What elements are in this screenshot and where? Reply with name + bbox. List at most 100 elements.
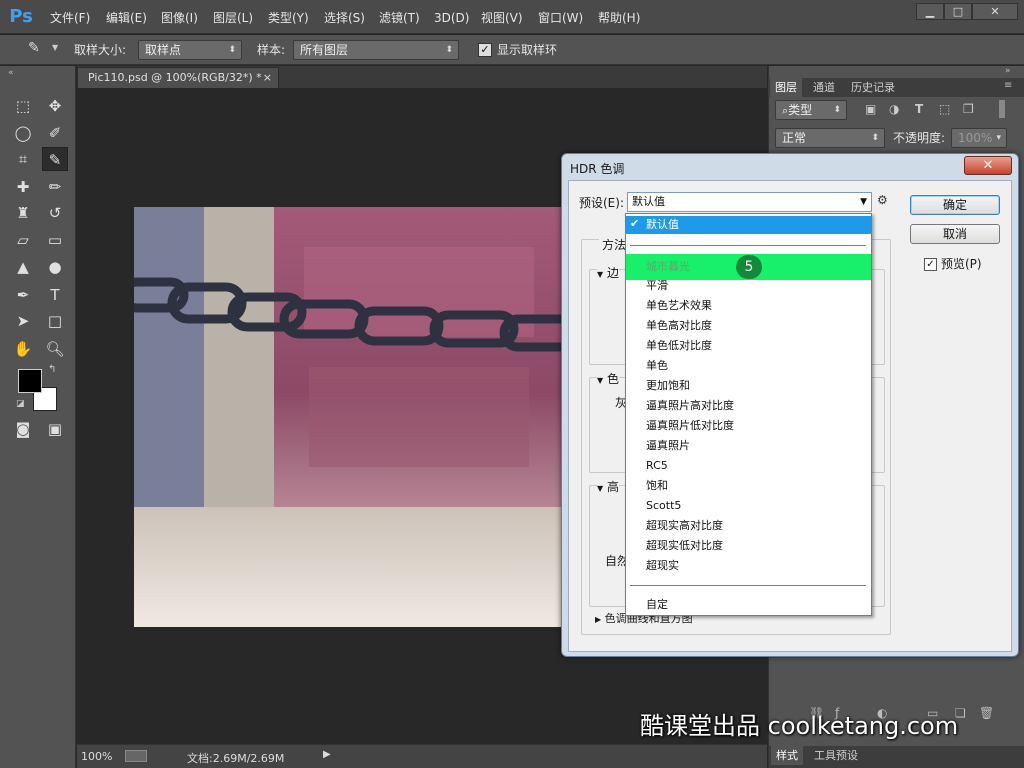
dropdown-item[interactable]: 单色高对比度 [646,318,712,334]
menu-type[interactable]: 类型(Y) [268,9,309,27]
dropdown-item[interactable]: 超现实 [646,558,679,574]
document-tab-title: Pic110.psd @ 100%(RGB/32*) * [88,71,262,84]
eyedropper-tool-icon[interactable]: ✎ [42,147,68,171]
status-menu-icon[interactable] [125,750,147,762]
menu-select[interactable]: 选择(S) [324,9,365,27]
path-select-tool-icon[interactable]: ➤ [10,309,36,333]
tool-preset-chevron-icon[interactable]: ▼ [52,43,58,52]
collapse-triangle-icon[interactable]: ▼ [597,376,603,385]
filter-toggle[interactable] [999,100,1005,118]
move-tool-icon[interactable]: ✥ [42,94,68,118]
clone-stamp-tool-icon[interactable]: ♜ [10,201,36,225]
zoom-level[interactable]: 100% [81,750,112,763]
menu-file[interactable]: 文件(F) [50,9,90,27]
close-window-button[interactable]: ✕ [972,3,1018,20]
dropdown-item[interactable]: 逼真照片 [646,438,690,454]
delete-layer-icon[interactable]: 🗑︎ [979,706,994,720]
dropdown-item[interactable]: 单色低对比度 [646,338,712,354]
type-tool-icon[interactable]: T [42,283,68,307]
edge-glow-title: 边 [606,266,619,280]
document-tab[interactable]: Pic110.psd @ 100%(RGB/32*) * × [77,67,279,88]
dropdown-item[interactable]: 超现实低对比度 [646,538,723,554]
sample-select[interactable]: 所有图层 ⬍ [293,40,459,60]
dodge-tool-icon[interactable]: ● [42,255,68,279]
dropdown-item[interactable]: 逼真照片低对比度 [646,418,734,434]
tab-channels[interactable]: 通道 [808,78,840,97]
dropdown-item[interactable]: RC5 [646,458,668,474]
dropdown-item[interactable]: 饱和 [646,478,668,494]
brush-tool-icon[interactable]: ✏ [42,175,68,199]
menu-window[interactable]: 窗口(W) [538,9,583,27]
tone-detail-title: 色 [606,372,619,386]
default-colors-icon[interactable]: ◪ [16,399,25,409]
close-tab-icon[interactable]: × [263,68,272,88]
quick-mask-icon[interactable]: ◙ [10,417,36,441]
tab-tool-presets[interactable]: 工具预设 [809,746,863,765]
zoom-tool-icon[interactable]: 🔍︎ [42,337,68,361]
sample-size-select[interactable]: 取样点 ⬍ [138,40,242,60]
tab-styles[interactable]: 样式 [771,746,803,765]
menu-layer[interactable]: 图层(L) [213,9,253,27]
preview-checkbox[interactable]: ✓ [924,258,937,271]
status-arrow-icon[interactable]: ▶ [323,749,331,760]
menu-filter[interactable]: 滤镜(T) [379,9,420,27]
marquee-tool-icon[interactable]: ⬚ [10,94,36,118]
dropdown-item[interactable]: 超现实高对比度 [646,518,723,534]
smart-object-filter-icon[interactable]: ❐ [963,102,974,116]
eraser-tool-icon[interactable]: ▱ [10,228,36,252]
adjustment-filter-icon[interactable]: ◑ [889,102,899,116]
dropdown-item[interactable]: 更加饱和 [646,378,690,394]
restore-button[interactable]: □ [944,3,972,20]
cancel-button[interactable]: 取消 [910,224,1000,244]
tab-layers[interactable]: 图层 [770,78,802,97]
pen-tool-icon[interactable]: ✒ [10,283,36,307]
dropdown-item[interactable]: Scott5 [646,498,681,514]
preset-select[interactable]: 默认值 ▼ [627,192,872,212]
dropdown-item[interactable]: 逼真照片高对比度 [646,398,734,414]
menu-image[interactable]: 图像(I) [161,9,198,27]
show-ring-checkbox[interactable]: ✓ [478,43,492,57]
sample-size-label: 取样大小: [74,43,127,57]
gear-icon[interactable]: ⚙ [877,193,888,207]
dropdown-item-highlighted[interactable]: 城市暮光 5 [626,254,871,280]
lasso-tool-icon[interactable]: ◯ [10,121,36,145]
collapse-triangle-icon[interactable]: ▼ [597,484,603,493]
collapse-icon[interactable]: « [8,68,14,78]
dropdown-item[interactable]: 单色 [646,358,668,374]
menu-help[interactable]: 帮助(H) [598,9,640,27]
tools-panel: « ⬚ ✥ ◯ ✐ ⌗ ✎ ✚ ✏ ♜ ↺ ▱ ▭ ▲ ● ✒ T ➤ □ ✋ … [0,66,76,768]
blur-tool-icon[interactable]: ▲ [10,255,36,279]
blend-mode-select[interactable]: 正常 ⬍ [775,128,885,148]
hand-tool-icon[interactable]: ✋ [10,337,36,361]
dropdown-item-default[interactable]: ✔ 默认值 [626,216,871,234]
menu-view[interactable]: 视图(V) [481,9,523,27]
minimize-button[interactable]: ▁ [916,3,944,20]
gradient-tool-icon[interactable]: ▭ [42,228,68,252]
quick-select-tool-icon[interactable]: ✐ [42,121,68,145]
foreground-color-swatch[interactable] [18,369,42,393]
healing-brush-tool-icon[interactable]: ✚ [10,175,36,199]
layer-kind-filter[interactable]: ⌕类型 ⬍ [775,100,847,120]
menu-edit[interactable]: 编辑(E) [106,9,147,27]
dropdown-item[interactable]: 平滑 [646,278,668,294]
rectangle-tool-icon[interactable]: □ [42,309,68,333]
swap-colors-icon[interactable]: ↰ [48,364,56,375]
panel-menu-icon[interactable]: ≡ [1004,80,1012,91]
opacity-input[interactable]: 100% ▾ [951,128,1007,148]
type-filter-icon[interactable]: T [915,102,923,116]
eyedropper-icon[interactable]: ✎ [28,40,40,56]
shape-filter-icon[interactable]: ⬚ [939,102,950,116]
check-icon: ✔ [630,217,640,230]
tab-history[interactable]: 历史记录 [846,78,900,97]
collapse-triangle-icon[interactable]: ▼ [597,270,603,279]
pixel-filter-icon[interactable]: ▣ [865,102,876,116]
ok-button[interactable]: 确定 [910,195,1000,215]
screen-mode-icon[interactable]: ▣ [42,417,68,441]
menu-3d[interactable]: 3D(D) [434,9,469,27]
history-brush-tool-icon[interactable]: ↺ [42,201,68,225]
dialog-close-button[interactable]: ✕ [964,156,1012,175]
crop-tool-icon[interactable]: ⌗ [10,147,36,171]
dropdown-item[interactable]: 单色艺术效果 [646,298,712,314]
expand-panel-icon[interactable]: » [1005,66,1011,76]
dropdown-item-custom[interactable]: 自定 [646,597,668,613]
